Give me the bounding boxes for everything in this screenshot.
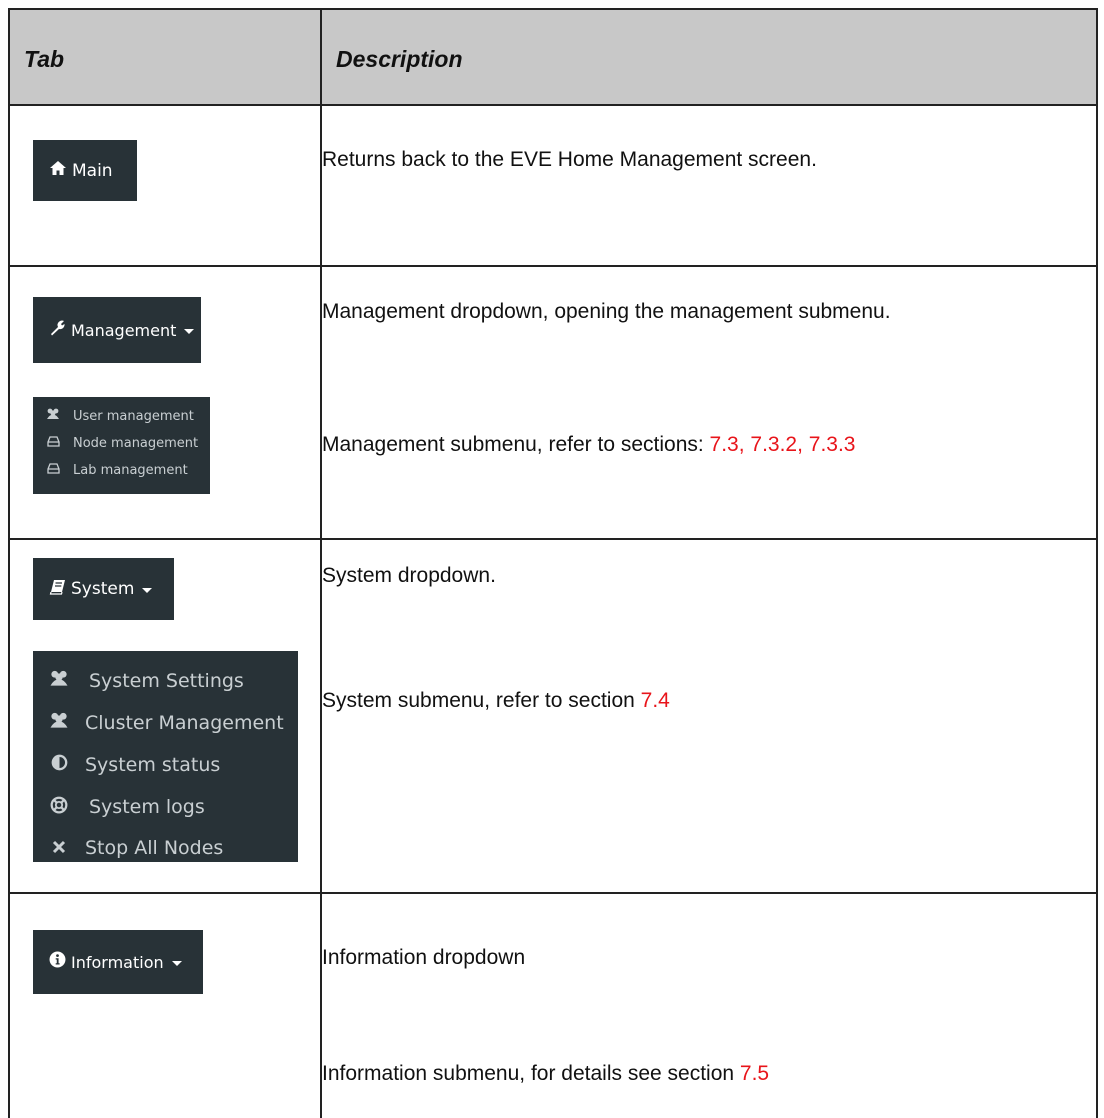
book-icon	[49, 579, 66, 600]
table-header	[10, 10, 1096, 106]
main-tab-label: Main	[72, 160, 113, 181]
information-tab-button[interactable]: Information	[33, 930, 203, 994]
system-tab-button[interactable]: System	[33, 558, 174, 620]
management-description: Management dropdown, opening the managem…	[322, 300, 891, 323]
menu-item-cluster-management[interactable]: Cluster Management	[33, 705, 284, 741]
chevron-down-icon	[171, 961, 182, 966]
info-circle-icon	[49, 951, 66, 973]
hdd-icon	[33, 435, 73, 451]
hdd-icon	[33, 462, 73, 478]
information-description: Information dropdown	[322, 946, 526, 969]
users-icon	[33, 670, 85, 692]
system-description: System dropdown.	[322, 564, 496, 587]
users-icon	[33, 712, 85, 734]
menu-item-stop-all-nodes[interactable]: Stop All Nodes	[33, 830, 223, 866]
close-icon	[33, 837, 85, 859]
menu-item-node-management[interactable]: Node management	[33, 431, 198, 455]
row-divider	[10, 892, 1096, 894]
menu-item-system-status[interactable]: System status	[33, 747, 220, 783]
menu-item-user-management[interactable]: User management	[33, 404, 194, 428]
chevron-down-icon	[142, 588, 153, 593]
menu-item-lab-management[interactable]: Lab management	[33, 458, 188, 482]
main-description: Returns back to the EVE Home Management …	[322, 148, 817, 171]
management-submenu-description: Management submenu, refer to sections: 7…	[322, 433, 856, 456]
section-reference[interactable]: 7.5	[740, 1062, 769, 1085]
row-divider	[10, 265, 1096, 267]
life-ring-icon	[33, 796, 85, 819]
system-submenu: System Settings Cluster Management Syste…	[33, 651, 298, 862]
section-reference[interactable]: 7.3, 7.3.2, 7.3.3	[710, 433, 856, 456]
management-submenu: User management Node management Lab mana…	[33, 397, 210, 494]
system-tab-label: System	[71, 579, 135, 599]
chevron-down-icon	[184, 329, 195, 334]
menu-item-system-settings[interactable]: System Settings	[33, 663, 244, 699]
header-description: Description	[336, 46, 463, 72]
information-submenu-description: Information submenu, for details see sec…	[322, 1062, 770, 1085]
section-reference[interactable]: 7.4	[641, 689, 670, 712]
menu-item-system-logs[interactable]: System logs	[33, 789, 205, 825]
users-icon	[33, 408, 73, 424]
system-submenu-description: System submenu, refer to section 7.4	[322, 689, 670, 712]
row-divider	[10, 104, 1096, 106]
adjust-icon	[33, 754, 85, 776]
header-tab: Tab	[24, 46, 65, 72]
information-tab-label: Information	[71, 952, 164, 972]
management-tab-label: Management	[71, 320, 177, 340]
wrench-icon	[49, 319, 66, 341]
management-tab-button[interactable]: Management	[33, 297, 201, 363]
main-tab-button[interactable]: Main	[33, 140, 137, 201]
home-icon	[49, 160, 67, 181]
row-divider	[10, 538, 1096, 540]
